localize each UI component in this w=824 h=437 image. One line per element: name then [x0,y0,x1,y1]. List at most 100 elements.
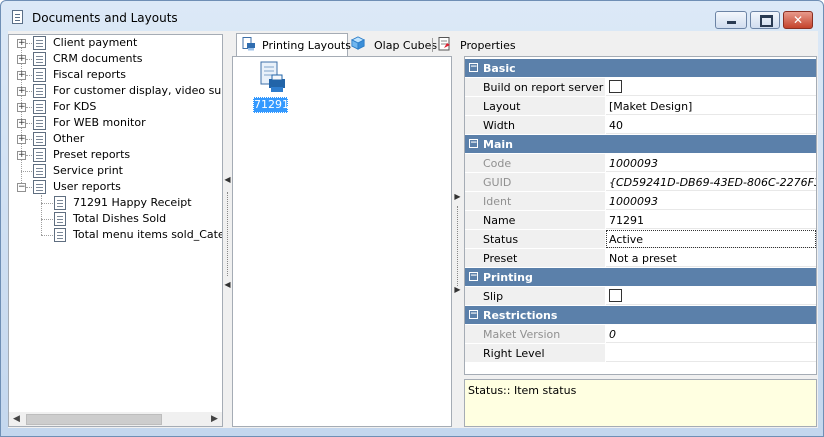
property-value[interactable]: Not a preset [609,252,677,265]
slip-checkbox[interactable] [609,289,622,302]
maximize-button[interactable] [750,11,780,29]
property-name: Preset [483,252,518,265]
property-right-level[interactable]: Right Level [465,344,816,363]
property-layout[interactable]: Layout [Maket Design] [465,97,816,116]
property-value[interactable]: [Maket Design] [609,100,692,113]
property-grid[interactable]: − Basic Build on report server Layout [M… [464,56,817,375]
property-name-row[interactable]: Name 71291 [465,211,816,230]
category-restrictions[interactable]: − Restrictions [465,306,816,324]
close-icon: ✕ [792,13,804,27]
splitter-grip [457,206,458,286]
tree-item-label: For WEB monitor [53,116,146,129]
category-label: Printing [483,271,533,284]
horizontal-scrollbar[interactable]: ◀ ▶ [9,412,222,426]
tab-label: Properties [460,39,516,52]
expand-icon[interactable]: + [17,55,26,64]
tree-item-label: Preset reports [53,148,131,161]
property-value: {CD59241D-DB69-43ED-806C-2276F324A [609,176,816,189]
expand-icon[interactable]: + [17,103,26,112]
expand-icon[interactable]: + [17,71,26,80]
property-width[interactable]: Width 40 [465,116,816,135]
property-code[interactable]: Code 1000093 [465,154,816,173]
title-bar[interactable]: Documents and Layouts ✕ [1,1,823,31]
close-button[interactable]: ✕ [783,11,813,29]
collapse-icon[interactable]: − [469,63,478,72]
document-group-icon [33,68,46,82]
tab-properties[interactable]: Properties [436,34,516,55]
collapse-icon[interactable]: − [469,310,478,319]
property-name: Layout [483,100,521,113]
tree-connector [41,203,53,204]
tree-item-label: For KDS [53,100,97,113]
property-name: Build on report server [483,81,604,94]
category-basic[interactable]: − Basic [465,59,816,77]
property-value[interactable]: 71291 [609,214,644,227]
category-label: Main [483,138,513,151]
tree-connector [41,219,53,220]
tree-item-label: 71291 Happy Receipt [73,196,192,209]
collapse-icon[interactable]: − [469,139,478,148]
property-name: Slip [483,290,504,303]
property-status[interactable]: Status Active [465,230,816,249]
tab-strip: Printing Layouts Olap Cubes Properties [236,33,816,57]
tree-item-label: For customer display, video surveilla [53,84,222,97]
minimize-button[interactable] [715,11,747,29]
scroll-thumb[interactable] [26,414,162,425]
collapse-left-icon[interactable]: ◀ [224,279,231,291]
collapse-icon[interactable]: − [17,183,26,192]
tree-item-label: Other [53,132,85,145]
properties-splitter[interactable]: ▶ ▶ [454,56,461,427]
property-name: Code [483,157,512,170]
property-slip[interactable]: Slip [465,287,816,306]
collapse-left-icon[interactable]: ◀ [224,174,231,186]
scroll-left-icon[interactable]: ◀ [9,412,24,426]
scroll-right-icon[interactable]: ▶ [207,412,222,426]
category-printing[interactable]: − Printing [465,268,816,286]
layout-item[interactable]: 71291 [253,61,297,117]
property-value[interactable]: 40 [609,119,623,132]
build-on-server-checkbox[interactable] [609,80,622,93]
properties-icon [438,37,450,51]
property-value: 1000093 [609,195,658,208]
document-group-icon [33,52,46,66]
tree-connector [21,43,22,187]
expand-icon[interactable]: + [17,39,26,48]
maximize-icon [751,12,779,28]
expand-icon[interactable]: + [17,87,26,96]
property-name: GUID [483,176,512,189]
status-text: Status:: Item status [468,384,577,397]
splitter-grip [227,192,228,276]
expand-icon[interactable]: + [17,151,26,160]
property-maket-version[interactable]: Maket Version 0 [465,325,816,344]
category-main[interactable]: − Main [465,135,816,153]
tree-splitter[interactable]: ◀ ◀ [224,34,231,427]
tab-olap-cubes[interactable]: Olap Cubes [349,34,437,55]
document-group-icon [33,116,46,130]
document-group-icon [33,36,46,50]
tree-item-label: Total Dishes Sold [73,212,167,225]
property-preset[interactable]: Preset Not a preset [465,249,816,268]
minimize-icon [716,12,746,28]
tab-label: Printing Layouts [262,39,351,52]
property-guid[interactable]: GUID {CD59241D-DB69-43ED-806C-2276F324A [465,173,816,192]
expand-icon[interactable]: + [17,135,26,144]
collapse-right-icon[interactable]: ▶ [454,284,461,296]
printing-layouts-list[interactable]: 71291 [232,56,452,427]
expand-icon[interactable]: + [17,119,26,128]
property-build-on-server[interactable]: Build on report server [465,78,816,97]
document-group-icon [33,164,46,178]
document-icon [12,10,23,24]
category-label: Restrictions [483,309,558,322]
collapse-icon[interactable]: − [469,272,478,281]
tab-printing-layouts[interactable]: Printing Layouts [236,33,351,57]
documents-tree[interactable]: + Client payment + CRM documents + Fisca… [8,34,223,427]
property-name: Ident [483,195,512,208]
property-name: Right Level [483,347,545,360]
property-value[interactable]: Active [609,233,643,246]
collapse-right-icon[interactable]: ▶ [454,191,461,203]
property-ident[interactable]: Ident 1000093 [465,192,816,211]
document-group-icon [33,148,46,162]
property-description: Status:: Item status [464,379,817,427]
client-area: + Client payment + CRM documents + Fisca… [8,31,818,428]
category-label: Basic [483,62,516,75]
